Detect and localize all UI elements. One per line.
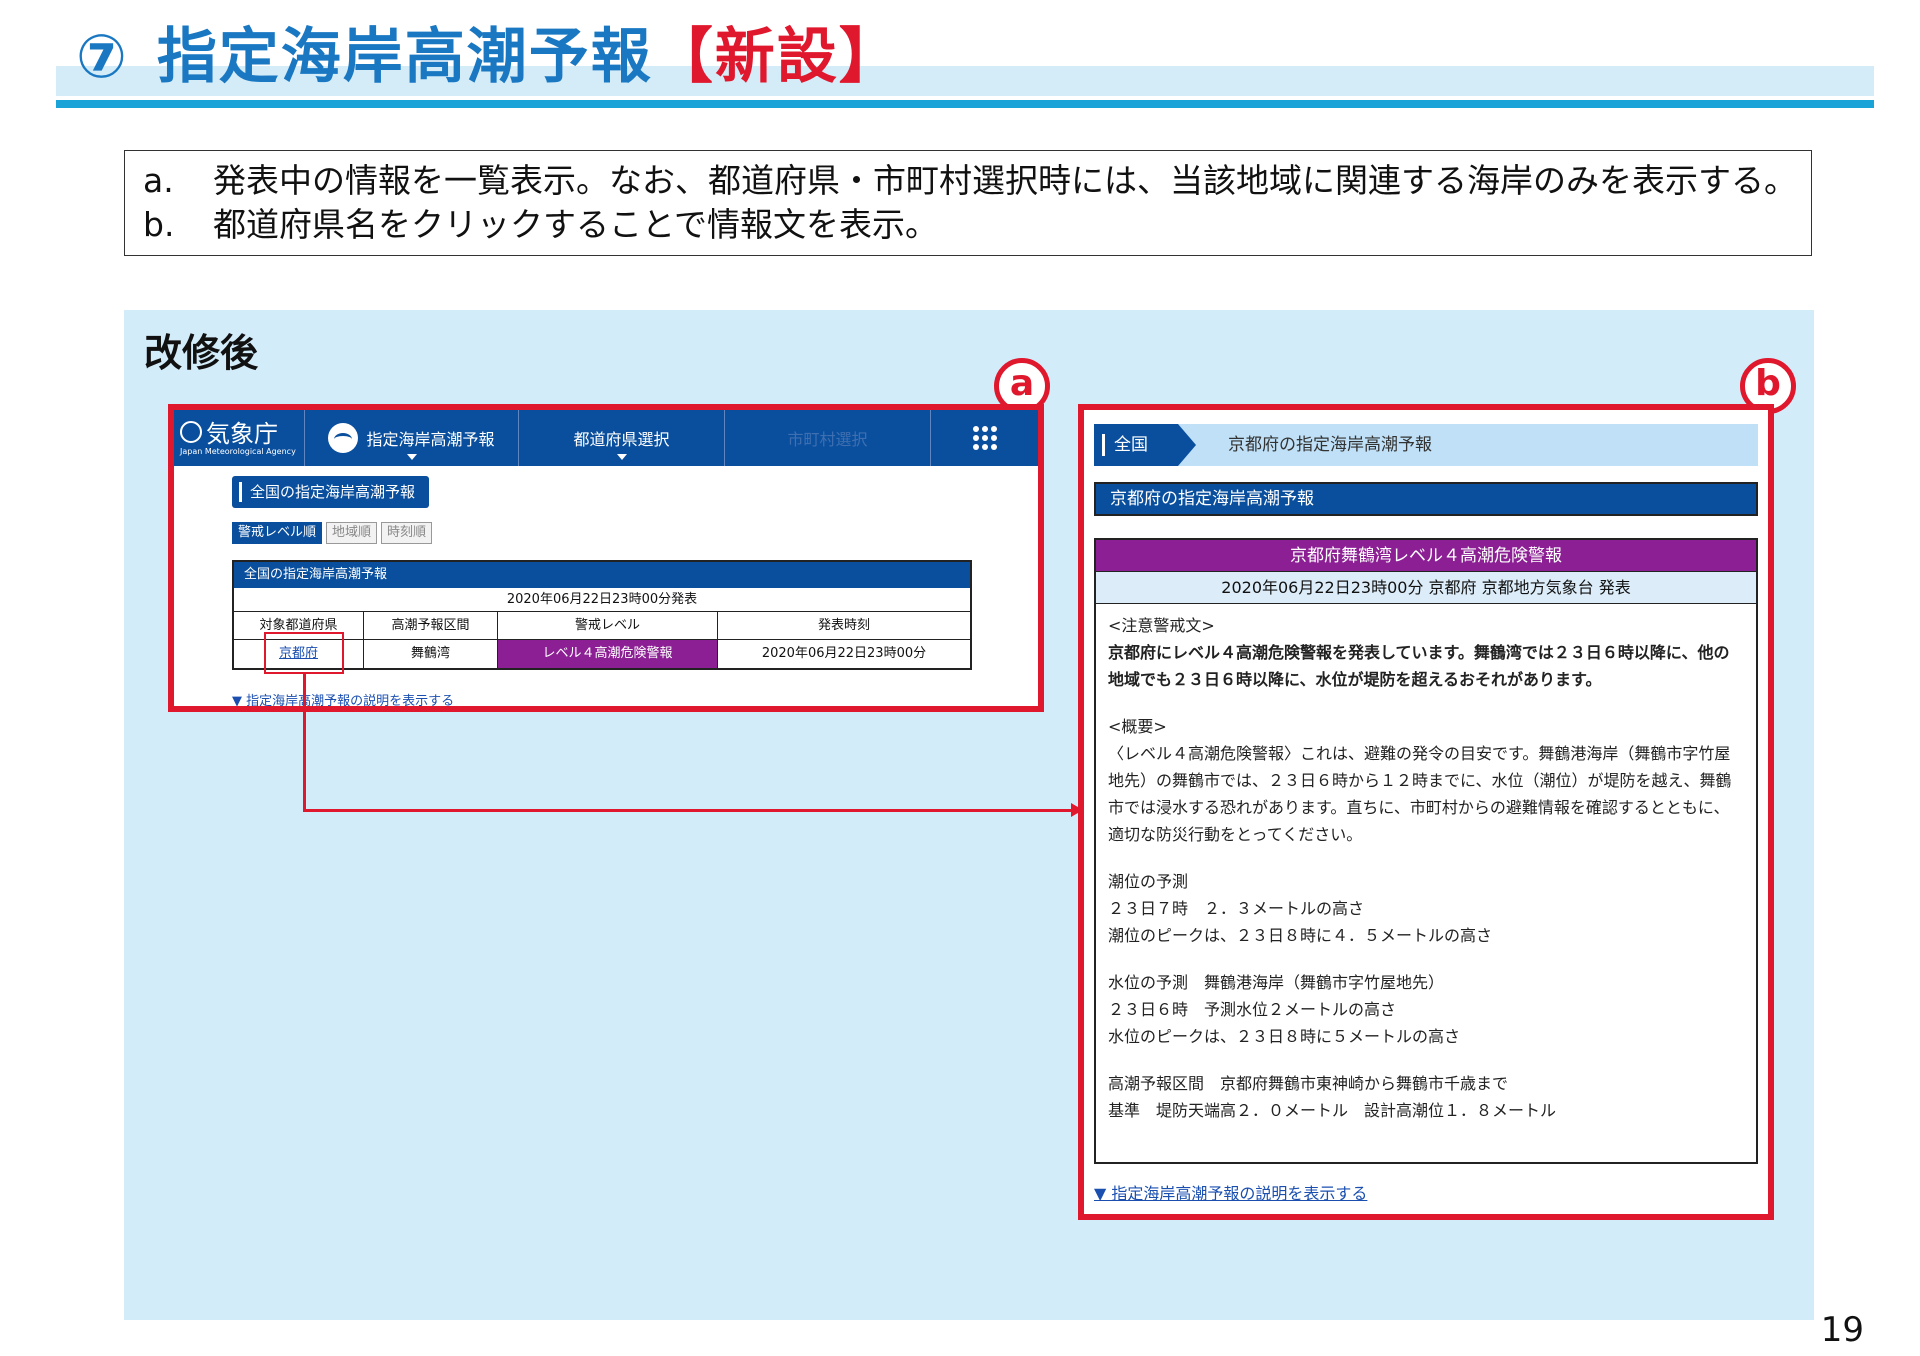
warning-title: 京都府舞鶴湾レベル４高潮危険警報 [1096,540,1756,572]
note-text: 都道府県名をクリックすることで情報文を表示。 [213,205,939,244]
warning-text: 京都府にレベル４高潮危険警報を発表しています。舞鶴湾では２３日６時以降に、他の地… [1108,643,1730,689]
sort-by-region-button[interactable]: 地域順 [326,522,378,544]
prefecture-highlight [264,632,344,674]
section-number: ⑦ [76,22,129,92]
top-nav: 気象庁 Japan Meteorological Agency 指定海岸高潮予報… [174,410,1038,466]
tide-forecast-line: ２３日７時 ２．３メートルの高さ [1108,899,1365,918]
nav-storm-surge[interactable]: 指定海岸高潮予報 [304,410,518,466]
slide-header: ⑦ 指定海岸高潮予報【新設】 [0,0,1920,112]
water-forecast-line: ２３日６時 予測水位２メートルの高さ [1108,1000,1397,1019]
nav-municipality-select[interactable]: 市町村選択 [724,410,930,466]
table-issued: 2020年06月22日23時00分発表 [234,588,970,612]
explanation-link[interactable]: ▼ 指定海岸高潮予報の説明を表示する [232,690,454,706]
menu-button[interactable] [930,410,1038,466]
note-key: b. [143,205,175,244]
explanation-link[interactable]: ▼ 指定海岸高潮予報の説明を表示する [1094,1180,1367,1204]
issued-time-cell: 2020年06月22日23時00分 [761,646,927,661]
slide-title: ⑦ 指定海岸高潮予報【新設】 [76,8,901,95]
warning-detail-box: 京都府舞鶴湾レベル４高潮危険警報 2020年06月22日23時00分 京都府 京… [1094,538,1758,1164]
warning-issued: 2020年06月22日23時00分 京都府 京都地方気象台 発表 [1096,572,1756,604]
grid-menu-icon [972,426,997,450]
forecast-section-line: 基準 堤防天端高２．０メートル 設計高潮位１．８メートル [1108,1101,1557,1120]
wave-icon [328,423,359,453]
section-heading: 全国の指定海岸高潮予報 [232,476,430,508]
section-cell: 舞鶴湾 [364,640,498,668]
warning-level-cell: レベル４高潮危険警報 [498,640,718,668]
connector-line [303,809,1073,812]
column-header: 発表時刻 [817,618,870,633]
note-a: a. 発表中の情報を一覧表示。なお、都道府県・市町村選択時には、当該地域に関連する… [143,159,1797,203]
summary-text: 〈レベル４高潮危険警報〉これは、避難の発令の目安です。舞鶴港海岸（舞鶴市字竹屋地… [1108,744,1732,844]
breadcrumb: 全国 京都府の指定海岸高潮予報 [1094,424,1758,466]
breadcrumb-current: 京都府の指定海岸高潮予報 [1228,435,1432,455]
breadcrumb-arrow-icon [1178,424,1196,466]
chevron-down-icon [616,454,627,460]
column-header: 警戒レベル [498,612,718,639]
header-underline [56,100,1874,108]
sort-by-level-button[interactable]: 警戒レベル順 [232,522,323,544]
breadcrumb-root[interactable]: 全国 [1094,424,1178,466]
warning-body: <注意警戒文> 京都府にレベル４高潮危険警報を発表しています。舞鶴湾では２３日６… [1096,604,1756,1124]
jma-logo-icon [180,420,202,443]
note-text: 発表中の情報を一覧表示。なお、都道府県・市町村選択時には、当該地域に関連する海岸… [213,161,1797,200]
nav-label: 都道府県選択 [573,430,670,449]
table-header-row: 対象都道府県 高潮予報区間 警戒レベル 発表時刻 [234,612,970,640]
sort-by-time-button[interactable]: 時刻順 [381,522,433,544]
nav-label: 市町村選択 [787,430,868,449]
logo-subtext: Japan Meteorological Agency [180,447,296,456]
table-title: 全国の指定海岸高潮予報 [234,562,970,588]
jma-logo[interactable]: 気象庁 Japan Meteorological Agency [180,414,296,456]
note-key: a. [143,161,174,200]
new-tag: 【新設】 [652,22,901,92]
tide-forecast-line: 潮位のピークは、２３日８時に４．５メートルの高さ [1108,926,1493,945]
chevron-down-icon [406,454,417,460]
table-row: 京都府 舞鶴湾 レベル４高潮危険警報 2020年06月22日23時00分 [234,640,970,668]
water-forecast-line: 水位のピークは、２３日８時に５メートルの高さ [1108,1027,1461,1046]
title-text: 指定海岸高潮予報 [156,22,653,92]
panel-title: 改修後 [144,331,259,375]
forecast-section-line: 高潮予報区間 京都府舞鶴市東神崎から舞鶴市千歳まで [1108,1074,1509,1093]
note-b: b. 都道府県名をクリックすることで情報文を表示。 [143,203,1793,247]
warning-label: <注意警戒文> [1108,616,1215,635]
sort-buttons: 警戒レベル順 地域順 時刻順 [232,522,433,544]
nav-label: 指定海岸高潮予報 [366,430,495,449]
column-header: 高潮予報区間 [364,612,498,639]
description-box: a. 発表中の情報を一覧表示。なお、都道府県・市町村選択時には、当該地域に関連する… [124,150,1812,256]
water-forecast-title: 水位の予測 舞鶴港海岸（舞鶴市字竹屋地先） [1108,973,1445,992]
page-number: 19 [1820,1310,1864,1350]
nav-prefecture-select[interactable]: 都道府県選択 [518,410,724,466]
summary-label: <概要> [1108,717,1167,736]
prefecture-heading: 京都府の指定海岸高潮予報 [1094,482,1758,516]
tide-forecast-title: 潮位の予測 [1108,872,1189,891]
screenshot-b: 全国 京都府の指定海岸高潮予報 京都府の指定海岸高潮予報 京都府舞鶴湾レベル４高… [1078,404,1774,1220]
logo-text: 気象庁 [206,420,278,448]
connector-line [303,674,306,812]
